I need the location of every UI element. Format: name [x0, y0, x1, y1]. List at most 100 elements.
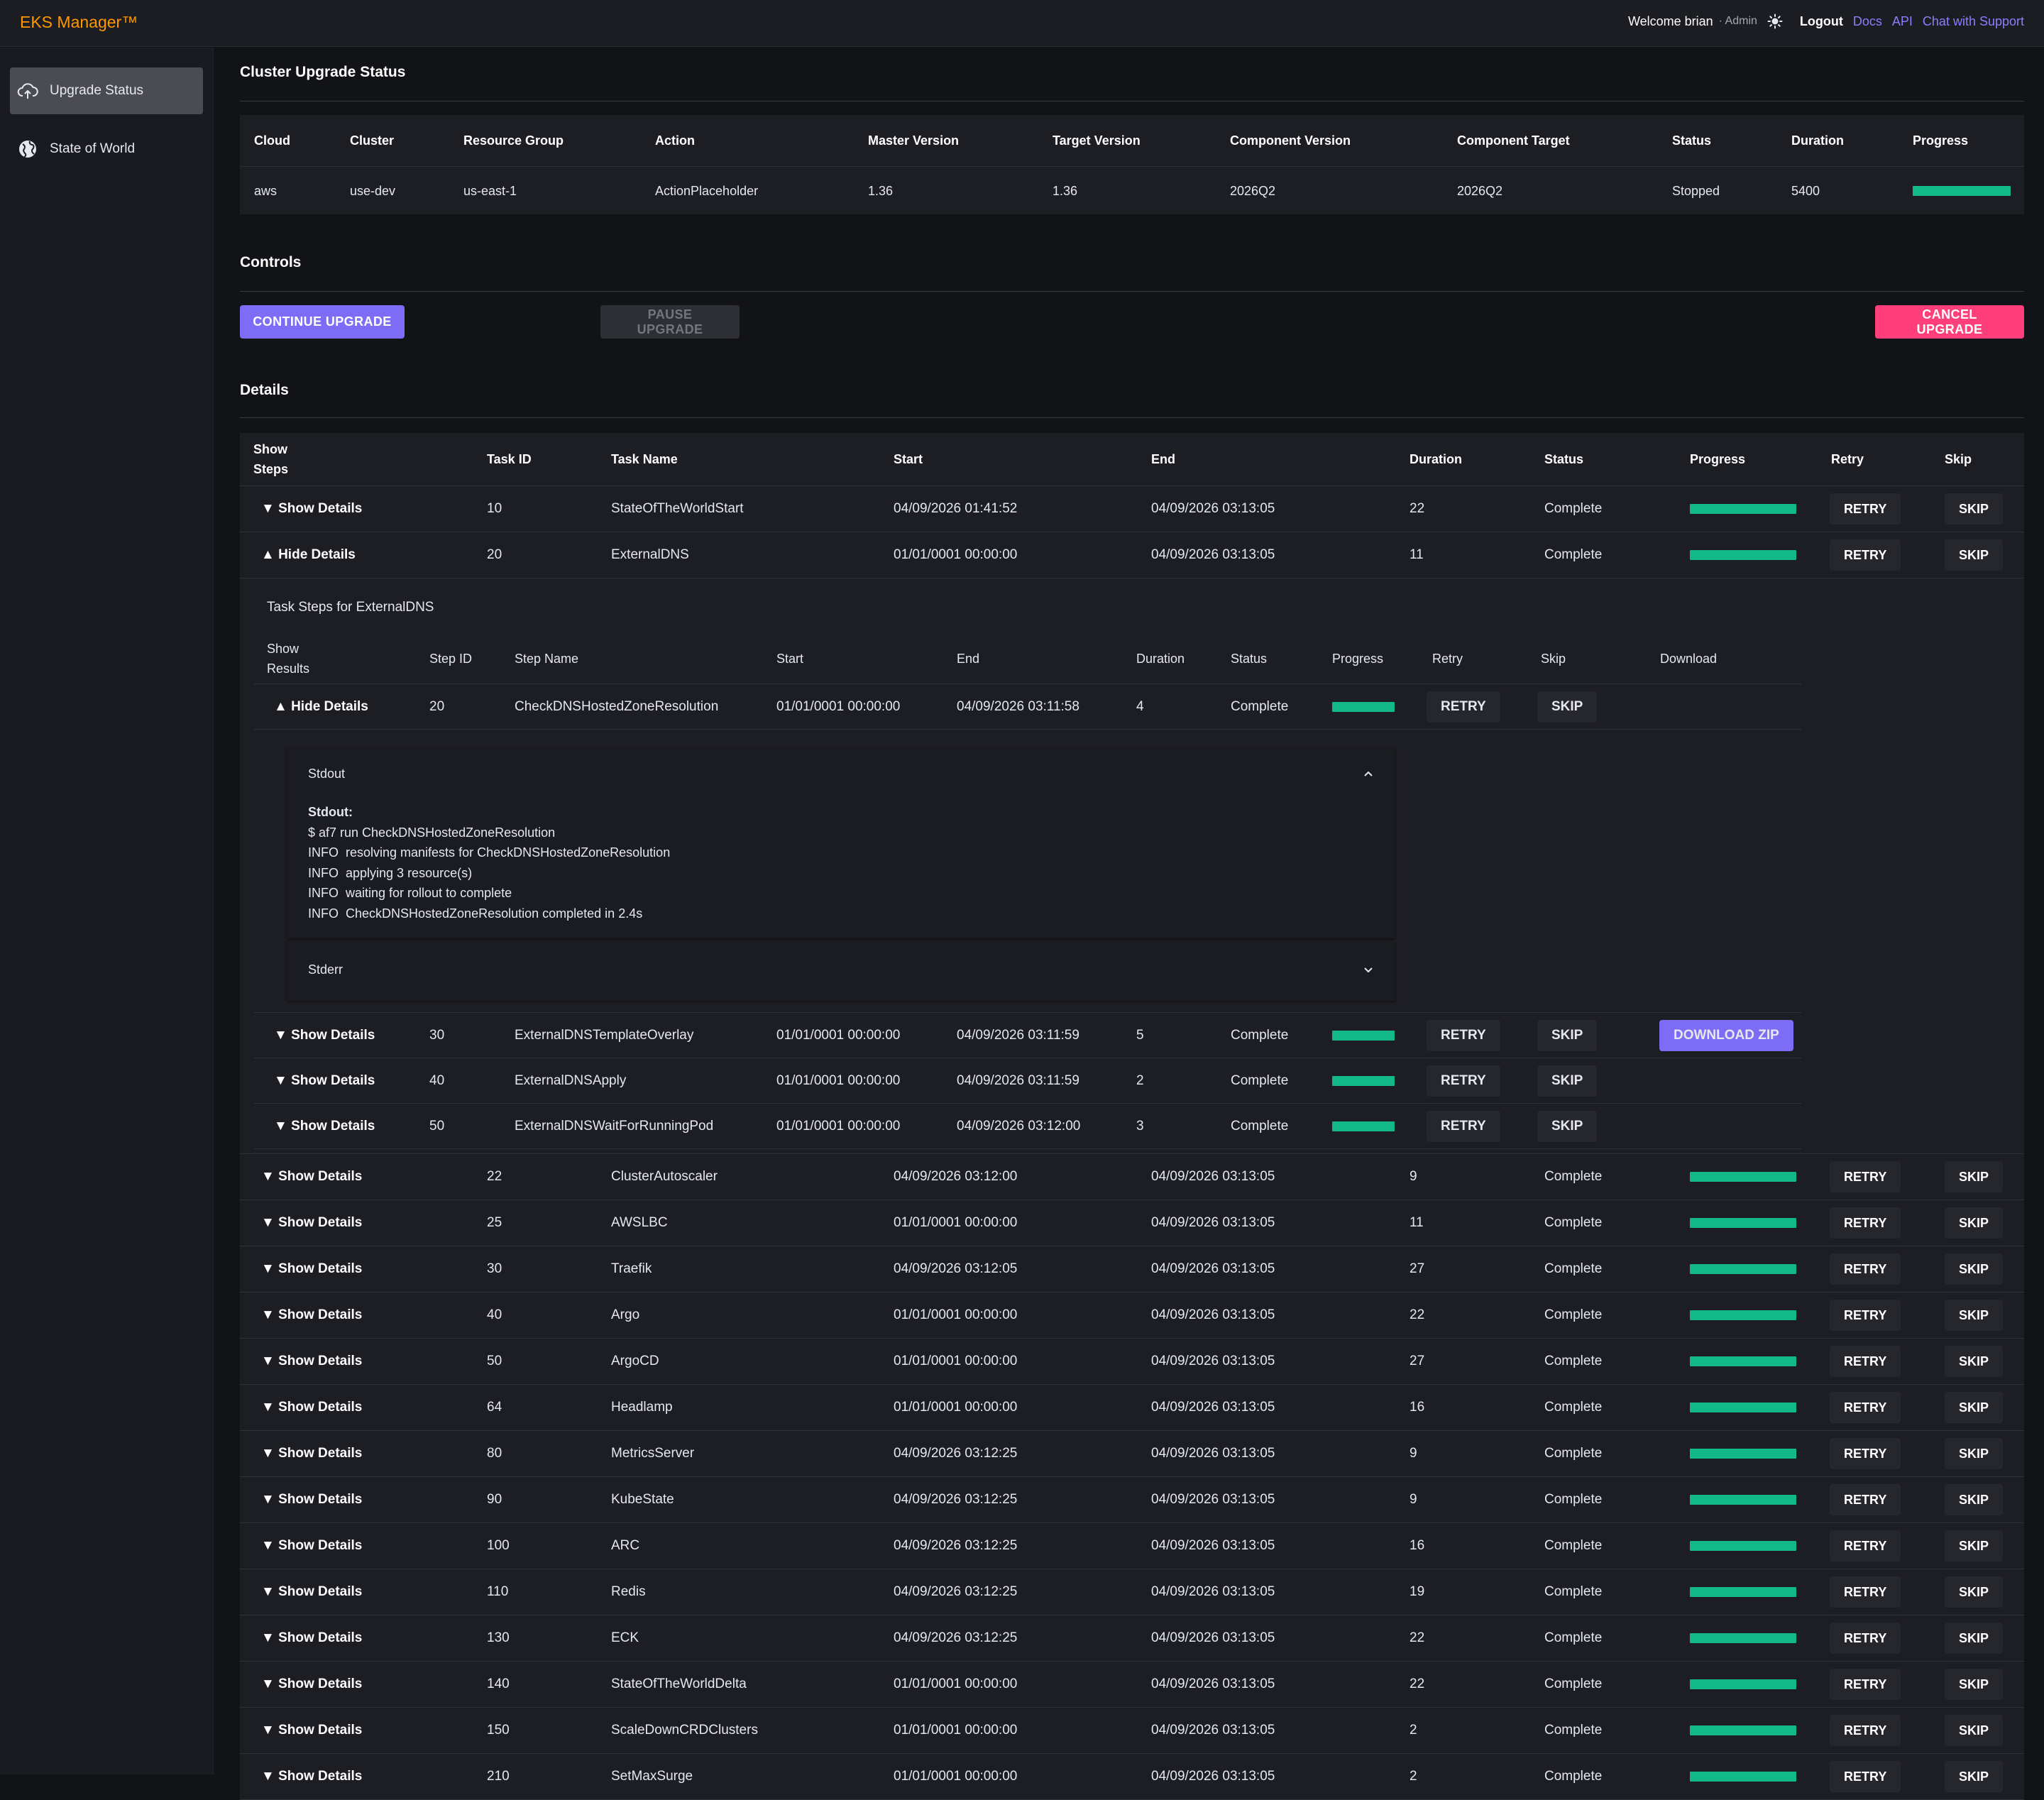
task-name-cell: ScaleDownCRDClusters — [611, 1723, 758, 1738]
show-details-toggle[interactable]: ▼ Show Details — [261, 1676, 362, 1692]
show-results-toggle[interactable]: ▼ Show Details — [274, 1073, 375, 1089]
show-details-toggle[interactable]: ▼ Show Details — [261, 1400, 362, 1415]
retry-button[interactable]: RETRY — [1830, 1715, 1901, 1746]
show-results-toggle[interactable]: ▼ Show Details — [274, 1028, 375, 1043]
retry-button[interactable]: RETRY — [1830, 1392, 1901, 1423]
api-link[interactable]: API — [1892, 14, 1913, 29]
skip-button[interactable]: SKIP — [1945, 1669, 2004, 1700]
sidebar-item-state-of-world[interactable]: State of World — [10, 126, 203, 172]
show-details-toggle[interactable]: ▼ Show Details — [261, 1630, 362, 1646]
show-details-toggle[interactable]: ▼ Show Details — [261, 1538, 362, 1554]
retry-button[interactable]: RETRY — [1830, 1438, 1901, 1469]
step-row: ▼ Show Details 30 ExternalDNSTemplateOve… — [254, 1013, 1801, 1058]
show-details-toggle[interactable]: ▼ Show Details — [261, 1769, 362, 1784]
sidebar-item-upgrade-status[interactable]: Upgrade Status — [10, 67, 203, 114]
progress-bar — [1690, 1264, 1796, 1274]
skip-button[interactable]: SKIP — [1945, 1576, 2004, 1608]
chevron-up-icon[interactable] — [1363, 768, 1374, 779]
show-results-toggle[interactable]: ▼ Show Details — [274, 1119, 375, 1134]
duration-cell: 19 — [1410, 1584, 1425, 1599]
retry-button[interactable]: RETRY — [1830, 1530, 1901, 1562]
show-details-toggle[interactable]: ▼ Show Details — [261, 1492, 362, 1508]
skip-button[interactable]: SKIP — [1945, 1761, 2004, 1792]
skip-button[interactable]: SKIP — [1945, 1715, 2004, 1746]
skip-button[interactable]: SKIP — [1945, 1623, 2004, 1654]
retry-button[interactable]: RETRY — [1830, 1300, 1901, 1331]
skip-button[interactable]: SKIP — [1945, 1438, 2004, 1469]
retry-button[interactable]: RETRY — [1830, 493, 1901, 525]
skip-button[interactable]: SKIP — [1945, 1392, 2004, 1423]
retry-button[interactable]: RETRY — [1830, 539, 1901, 571]
cancel-upgrade-button[interactable]: CANCEL UPGRADE — [1875, 305, 2024, 339]
start-cell: 01/01/0001 00:00:00 — [894, 1723, 1018, 1738]
retry-button[interactable]: RETRY — [1830, 1346, 1901, 1377]
download-zip-button[interactable]: DOWNLOAD ZIP — [1659, 1019, 1793, 1051]
retry-button[interactable]: RETRY — [1830, 1623, 1901, 1654]
tasks-after: ▼ Show Details 22 ClusterAutoscaler 04/0… — [240, 1154, 2024, 1800]
chevron-down-icon[interactable] — [1363, 965, 1374, 976]
log-line: INFO CheckDNSHostedZoneResolution comple… — [308, 906, 643, 921]
progress-bar — [1690, 1587, 1796, 1597]
show-details-toggle[interactable]: ▼ Show Details — [261, 1723, 362, 1738]
resource-group-cell: us-east-1 — [463, 183, 517, 198]
skip-button[interactable]: SKIP — [1537, 691, 1598, 723]
retry-button[interactable]: RETRY — [1427, 691, 1500, 723]
retry-button[interactable]: RETRY — [1830, 1761, 1901, 1792]
skip-button[interactable]: SKIP — [1945, 1207, 2004, 1239]
show-details-toggle[interactable]: ▼ Show Details — [261, 1169, 362, 1185]
end-cell: 04/09/2026 03:13:05 — [1151, 1307, 1275, 1322]
retry-button[interactable]: RETRY — [1830, 1576, 1901, 1608]
show-details-toggle[interactable]: ▼ Show Details — [261, 1307, 362, 1323]
skip-button[interactable]: SKIP — [1945, 1346, 2004, 1377]
retry-button[interactable]: RETRY — [1830, 1161, 1901, 1192]
skip-button[interactable]: SKIP — [1945, 1530, 2004, 1562]
cluster-status-table: Cloud Cluster Resource Group Action Mast… — [240, 115, 2024, 215]
hide-details-toggle[interactable]: ▲ Hide Details — [261, 547, 356, 563]
log-line: $ af7 run CheckDNSHostedZoneResolution — [308, 825, 556, 840]
logout-link[interactable]: Logout — [1800, 14, 1843, 29]
pause-upgrade-button[interactable]: PAUSE UPGRADE — [600, 305, 740, 339]
duration-cell: 16 — [1410, 1538, 1425, 1553]
show-details-toggle[interactable]: ▼ Show Details — [261, 1261, 362, 1277]
skip-button[interactable]: SKIP — [1945, 1484, 2004, 1515]
skip-button[interactable]: SKIP — [1945, 1161, 2004, 1192]
skip-button[interactable]: SKIP — [1537, 1110, 1598, 1142]
skip-button[interactable]: SKIP — [1537, 1019, 1598, 1051]
show-details-toggle[interactable]: ▼ Show Details — [261, 1215, 362, 1231]
show-details-toggle[interactable]: ▼ Show Details — [261, 1354, 362, 1369]
retry-button[interactable]: RETRY — [1830, 1207, 1901, 1239]
task-row: ▼ Show Details 100 ARC 04/09/2026 03:12:… — [240, 1523, 2024, 1569]
stderr-accordion[interactable]: Stderr — [287, 941, 1395, 1001]
skip-button[interactable]: SKIP — [1945, 1253, 2004, 1285]
skip-button[interactable]: SKIP — [1945, 539, 2004, 571]
task-name-cell: ClusterAutoscaler — [611, 1169, 718, 1184]
show-details-toggle[interactable]: ▼ Show Details — [261, 501, 362, 517]
skip-button[interactable]: SKIP — [1945, 1300, 2004, 1331]
start-cell: 04/09/2026 03:12:00 — [894, 1169, 1018, 1184]
show-details-toggle[interactable]: ▼ Show Details — [261, 1446, 362, 1461]
progress-bar — [1332, 1075, 1395, 1086]
stdout-accordion[interactable]: Stdout Stdout: $ af7 run CheckDNSHostedZ… — [287, 748, 1395, 938]
hide-results-toggle[interactable]: ▲ Hide Details — [274, 699, 368, 715]
retry-button[interactable]: RETRY — [1427, 1019, 1500, 1051]
skip-button[interactable]: SKIP — [1537, 1065, 1598, 1097]
continue-upgrade-button[interactable]: CONTINUE UPGRADE — [240, 305, 405, 339]
show-details-toggle[interactable]: ▼ Show Details — [261, 1584, 362, 1600]
task-row: ▼ Show Details 10 StateOfTheWorldStart 0… — [240, 486, 2024, 532]
retry-button[interactable]: RETRY — [1830, 1669, 1901, 1700]
master-version-cell: 1.36 — [868, 183, 894, 198]
retry-button[interactable]: RETRY — [1830, 1253, 1901, 1285]
retry-button[interactable]: RETRY — [1427, 1110, 1500, 1142]
theme-toggle-sun-icon[interactable] — [1767, 13, 1783, 29]
start-cell: 01/01/0001 00:00:00 — [776, 698, 901, 714]
retry-button[interactable]: RETRY — [1427, 1065, 1500, 1097]
docs-link[interactable]: Docs — [1853, 14, 1882, 29]
column-header-end: End — [1151, 452, 1175, 466]
status-cell: Complete — [1544, 1584, 1603, 1599]
retry-button[interactable]: RETRY — [1830, 1484, 1901, 1515]
stdout-heading: Stdout: — [308, 805, 353, 819]
skip-button[interactable]: SKIP — [1945, 493, 2004, 525]
end-cell: 04/09/2026 03:13:05 — [1151, 1261, 1275, 1276]
chat-support-link[interactable]: Chat with Support — [1923, 14, 2024, 29]
brand-logo[interactable]: EKS Manager™ — [20, 13, 138, 32]
